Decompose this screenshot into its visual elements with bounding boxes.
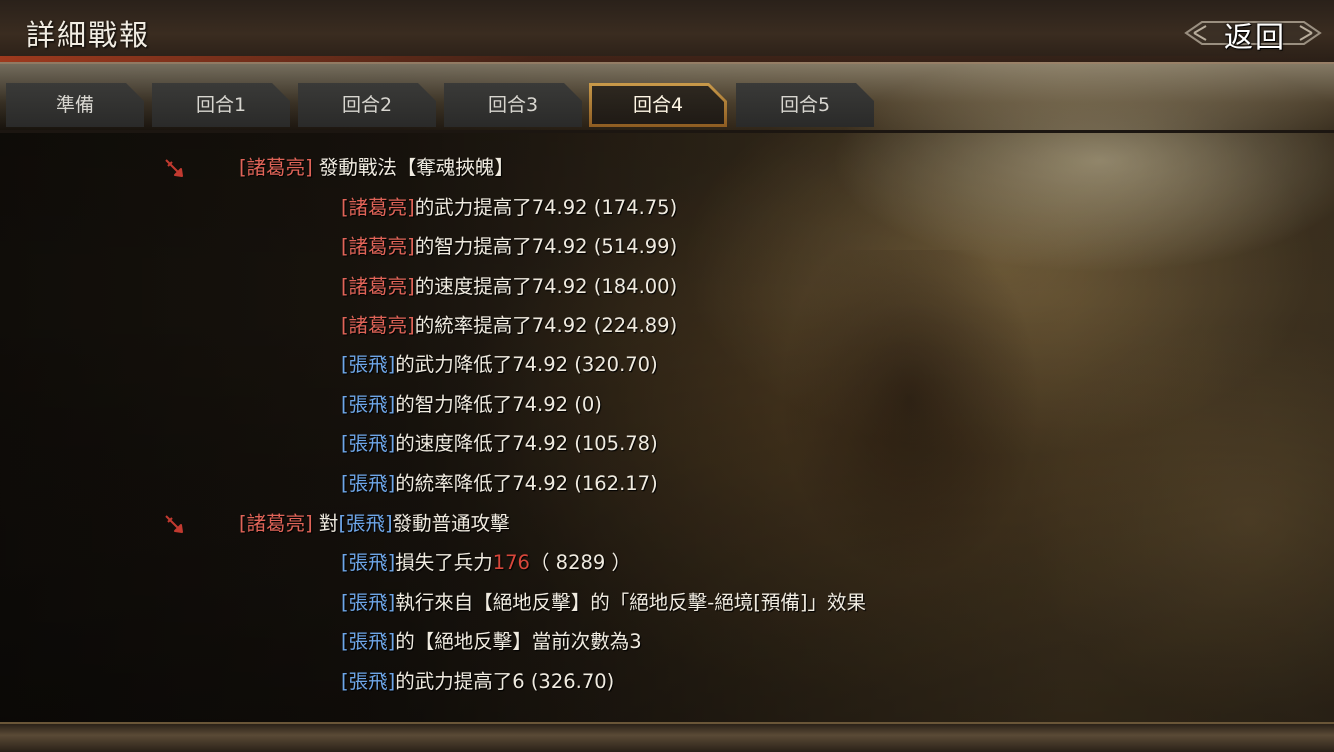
log-detail: [張飛]的【絕地反擊】當前次數為3 <box>341 626 642 658</box>
target-name: [張飛] <box>341 630 396 653</box>
target-name: [諸葛亮] <box>341 275 415 298</box>
entry-text: 發動普通攻擊 <box>392 512 510 535</box>
detail-text: 的統率降低了74.92 (162.17) <box>395 472 658 495</box>
tab-label: 回合4 <box>632 94 684 116</box>
detail-text: 的武力提高了6 (326.70) <box>395 670 615 693</box>
entry-text: 發動戰法【奪魂挾魄】 <box>318 156 514 179</box>
tab-label: 回合5 <box>779 94 831 116</box>
detail-text: 的武力降低了74.92 (320.70) <box>395 353 658 376</box>
target-name: [張飛] <box>341 353 396 376</box>
tab-prepare[interactable]: 準備 <box>6 83 144 127</box>
tab-round-1[interactable]: 回合1 <box>152 83 290 127</box>
page-title: 詳細戰報 <box>26 18 151 52</box>
log-detail: [諸葛亮]的速度提高了74.92 (184.00) <box>341 271 677 303</box>
log-detail: [張飛]損失了兵力176（ 8289 ） <box>341 547 631 579</box>
tab-round-5[interactable]: 回合5 <box>736 83 874 127</box>
tab-label: 準備 <box>55 94 94 116</box>
log-entry-attack: [諸葛亮] 對[張飛]發動普通攻擊 <box>239 508 510 540</box>
actor-name: [諸葛亮] <box>239 156 313 179</box>
bottom-border <box>0 722 1334 752</box>
target-name: [諸葛亮] <box>341 196 415 219</box>
target-name: [張飛] <box>341 393 396 416</box>
actor-name: [諸葛亮] <box>239 512 313 535</box>
tab-label: 回合3 <box>487 94 539 116</box>
detail-text: 的統率提高了74.92 (224.89) <box>414 314 678 337</box>
target-name: [張飛] <box>341 432 396 455</box>
detail-text: 的【絕地反擊】當前次數為3 <box>395 630 642 653</box>
log-detail: [張飛]的智力降低了74.92 (0) <box>341 389 602 421</box>
entry-text-prefix: 對 <box>318 512 339 535</box>
tab-label: 回合2 <box>341 94 393 116</box>
target-name: [張飛] <box>341 472 396 495</box>
tab-round-2[interactable]: 回合2 <box>298 83 436 127</box>
troop-remaining: （ 8289 ） <box>529 551 631 574</box>
detail-text: 執行來自【絕地反擊】的「絕地反擊-絕境[預備]」效果 <box>395 591 866 614</box>
detail-text: 損失了兵力 <box>395 551 493 574</box>
detail-text: 的速度提高了74.92 (184.00) <box>414 275 678 298</box>
target-name: [張飛] <box>341 551 396 574</box>
detail-text: 的速度降低了74.92 (105.78) <box>395 432 658 455</box>
detail-text: 的武力提高了74.92 (174.75) <box>414 196 678 219</box>
tab-label: 回合1 <box>195 94 247 116</box>
log-detail: [張飛]執行來自【絕地反擊】的「絕地反擊-絕境[預備]」效果 <box>341 587 866 619</box>
header-bar: 詳細戰報 返回 <box>0 0 1334 62</box>
log-detail: [諸葛亮]的智力提高了74.92 (514.99) <box>341 231 677 263</box>
log-detail: [張飛]的武力降低了74.92 (320.70) <box>341 349 658 381</box>
log-detail: [諸葛亮]的統率提高了74.92 (224.89) <box>341 310 677 342</box>
tab-round-4[interactable]: 回合4 <box>589 83 727 127</box>
damage-value: 176 <box>492 551 530 574</box>
log-detail: [張飛]的速度降低了74.92 (105.78) <box>341 428 658 460</box>
log-detail: [張飛]的武力提高了6 (326.70) <box>341 666 614 698</box>
log-entry-skill: [諸葛亮] 發動戰法【奪魂挾魄】 <box>239 152 514 184</box>
target-name: [諸葛亮] <box>341 314 415 337</box>
tab-round-3[interactable]: 回合3 <box>444 83 582 127</box>
log-detail: [諸葛亮]的武力提高了74.92 (174.75) <box>341 192 677 224</box>
target-name: [張飛] <box>341 591 396 614</box>
arrow-icon <box>165 515 183 533</box>
detail-text: 的智力提高了74.92 (514.99) <box>414 235 678 258</box>
back-button[interactable]: 返回 <box>1184 10 1322 56</box>
arrow-icon <box>165 159 183 177</box>
target-name: [諸葛亮] <box>341 235 415 258</box>
back-button-label: 返回 <box>1224 20 1287 54</box>
target-name: [張飛] <box>338 512 393 535</box>
detail-text: 的智力降低了74.92 (0) <box>395 393 602 416</box>
target-name: [張飛] <box>341 670 396 693</box>
log-detail: [張飛]的統率降低了74.92 (162.17) <box>341 468 658 500</box>
